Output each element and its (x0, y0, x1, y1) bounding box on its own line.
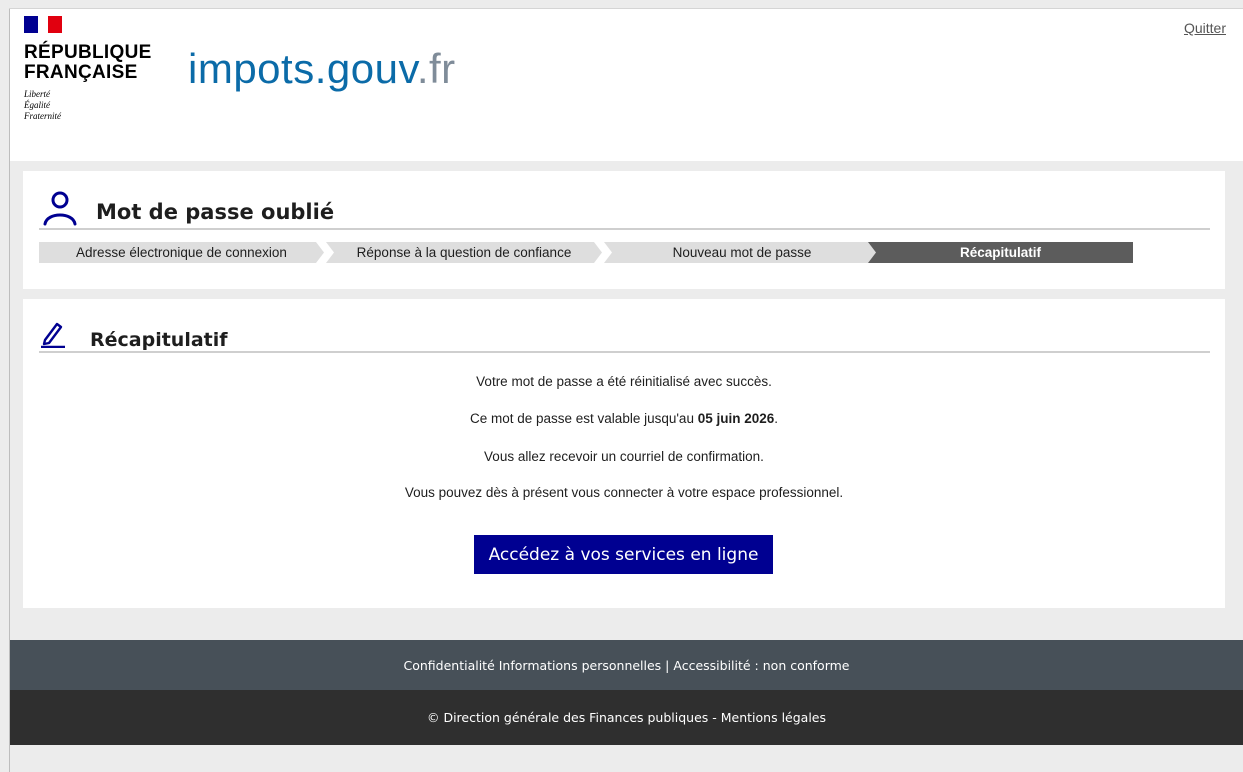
connect-message: Vous pouvez dès à présent vous connecter… (404, 485, 844, 500)
summary-panel: Récapitulatif Votre mot de passe a été r… (23, 299, 1225, 608)
motto-egalite: Égalité (24, 100, 50, 110)
accessibility-link[interactable]: Accessibilité : non conforme (673, 658, 849, 673)
progress-steps: Adresse électronique de connexion Répons… (39, 242, 1133, 263)
flag-blue-band (24, 16, 38, 33)
footer-copyright: © Direction générale des Finances publiq… (10, 690, 1243, 745)
logo-gouv: .gouv (314, 45, 417, 92)
footer-separator: | (661, 657, 674, 673)
quit-link[interactable]: Quitter (1184, 20, 1226, 36)
section-divider (39, 351, 1210, 353)
success-message: Votre mot de passe a été réinitialisé av… (476, 374, 772, 389)
validity-date: 05 juin 2026 (697, 411, 775, 426)
logo-impots: impots (188, 45, 315, 92)
gov-name-line2: FRANÇAISE (24, 62, 138, 83)
impots-gouv-logo[interactable]: impots.gouv.fr (188, 45, 456, 93)
motto: Liberté Égalité Fraternité (24, 89, 61, 122)
validity-prefix: Ce mot de passe est valable jusqu'au (469, 411, 698, 426)
motto-fraternite: Fraternité (24, 111, 61, 121)
step-email: Adresse électronique de connexion (39, 242, 324, 263)
title-divider (39, 228, 1210, 230)
republique-francaise-logo: RÉPUBLIQUE FRANÇAISE (24, 43, 152, 83)
validity-message: Ce mot de passe est valable jusqu'au 05 … (23, 411, 1225, 426)
step-new-password: Nouveau mot de passe (604, 242, 880, 263)
step-security-question: Réponse à la question de confiance (326, 242, 602, 263)
footer-links: Confidentialité Informations personnelle… (10, 640, 1243, 690)
gov-name-line1: RÉPUBLIQUE (24, 42, 152, 63)
flag-red-band (48, 16, 62, 33)
section-title: Récapitulatif (90, 329, 228, 351)
site-header: RÉPUBLIQUE FRANÇAISE Liberté Égalité Fra… (10, 9, 1243, 161)
privacy-link[interactable]: Confidentialité Informations personnelle… (403, 658, 661, 673)
confirmation-message: Vous allez recevoir un courriel de confi… (484, 449, 764, 464)
logo-fr: .fr (416, 45, 456, 92)
copyright-text: © Direction générale des Finances publiq… (426, 710, 721, 725)
motto-liberte: Liberté (24, 89, 50, 99)
french-flag-icon (24, 16, 62, 33)
step-summary: Récapitulatif (868, 242, 1133, 263)
password-reset-panel: Mot de passe oublié Adresse électronique… (23, 171, 1225, 289)
user-icon (43, 191, 77, 226)
pencil-icon (41, 322, 65, 348)
legal-notice-link[interactable]: Mentions légales (721, 710, 826, 725)
access-online-services-button[interactable]: Accédez à vos services en ligne (474, 535, 773, 574)
flag-white-band (38, 16, 48, 33)
page-title: Mot de passe oublié (96, 200, 335, 224)
validity-suffix: . (774, 411, 779, 426)
